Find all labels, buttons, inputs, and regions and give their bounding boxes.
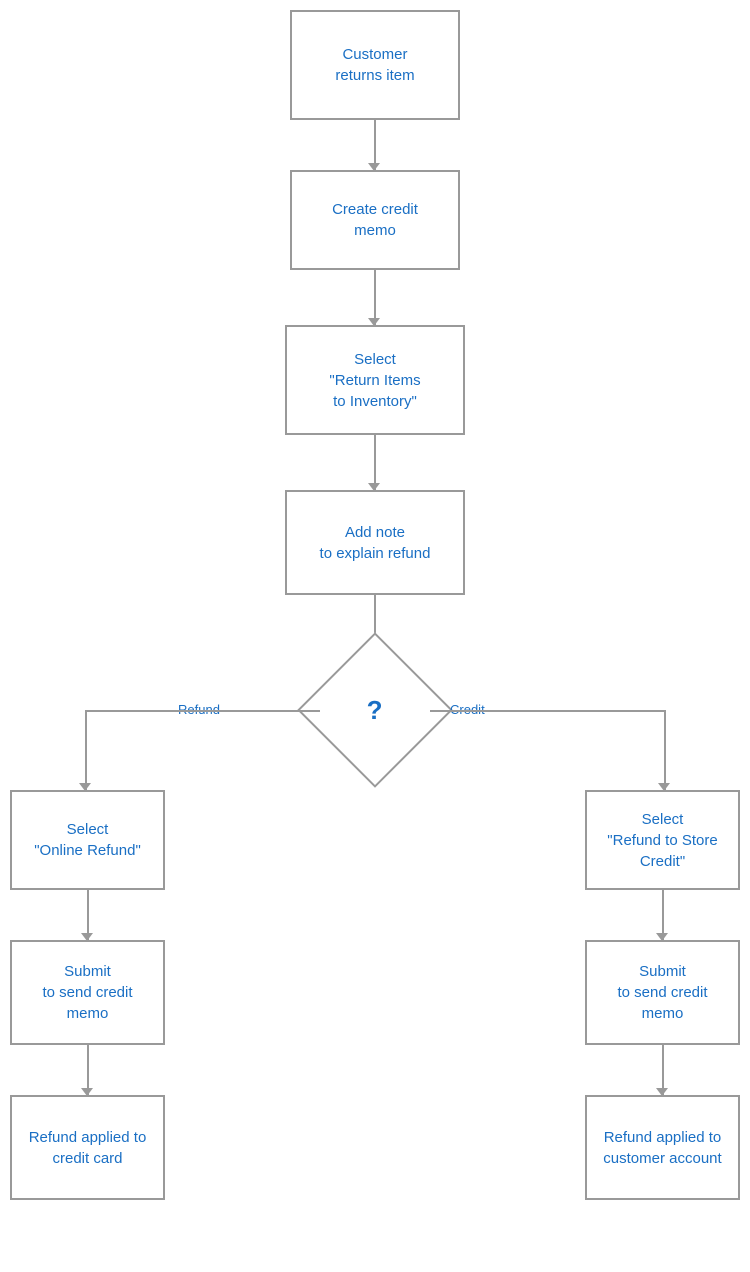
box-select-store-credit: Select "Refund to Store Credit": [585, 790, 740, 890]
diamond-label: ?: [367, 694, 383, 725]
diamond-container: ?: [320, 655, 430, 765]
select-return-items-label: Select "Return Items to Inventory": [329, 349, 420, 412]
line-diamond-left-h: [85, 710, 320, 712]
select-store-credit-label: Select "Refund to Store Credit": [607, 809, 717, 872]
line-3-4: [374, 435, 376, 490]
line-diamond-right-h: [430, 710, 665, 712]
line-2-3: [374, 270, 376, 325]
refund-customer-account-label: Refund applied to customer account: [603, 1127, 721, 1169]
box-submit-left: Submit to send credit memo: [10, 940, 165, 1045]
submit-right-label: Submit to send credit memo: [617, 961, 707, 1024]
box-select-return-items: Select "Return Items to Inventory": [285, 325, 465, 435]
submit-left-label: Submit to send credit memo: [42, 961, 132, 1024]
select-online-refund-label: Select "Online Refund": [34, 819, 141, 861]
box-create-credit-memo: Create credit memo: [290, 170, 460, 270]
line-right-v1: [664, 710, 666, 790]
box-refund-customer-account: Refund applied to customer account: [585, 1095, 740, 1200]
box-submit-right: Submit to send credit memo: [585, 940, 740, 1045]
create-credit-memo-label: Create credit memo: [332, 199, 418, 241]
box-customer-returns: Customer returns item: [290, 10, 460, 120]
box-add-note: Add note to explain refund: [285, 490, 465, 595]
box-refund-credit-card: Refund applied to credit card: [10, 1095, 165, 1200]
box-select-online-refund: Select "Online Refund": [10, 790, 165, 890]
add-note-label: Add note to explain refund: [320, 522, 431, 564]
refund-credit-card-label: Refund applied to credit card: [29, 1127, 147, 1169]
customer-returns-label: Customer returns item: [335, 44, 414, 86]
line-left-v1: [85, 710, 87, 790]
flowchart: Customer returns item Create credit memo…: [0, 0, 750, 1272]
